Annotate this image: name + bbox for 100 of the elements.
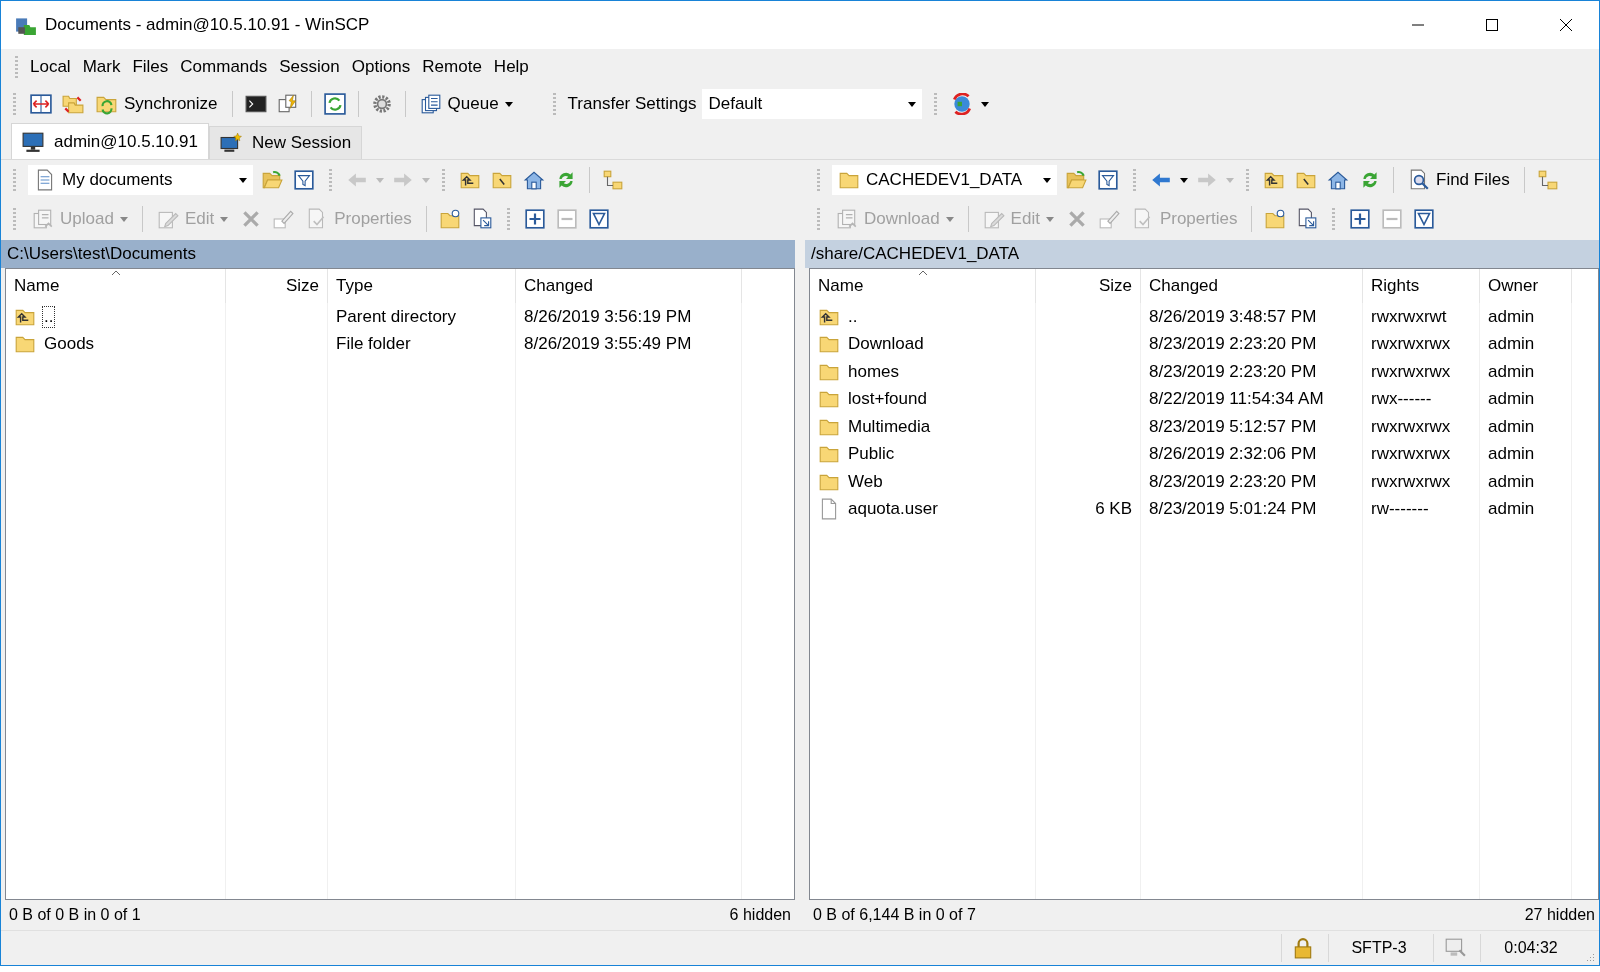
menu-item[interactable]: Options	[345, 55, 417, 79]
file-name[interactable]: Public	[846, 443, 897, 466]
sort-caret-icon	[110, 270, 121, 276]
table-cell: admin	[1488, 416, 1535, 437]
path-text: /share/CACHEDEV1_DATA	[811, 244, 1020, 264]
monitor-icon	[22, 130, 44, 153]
caret-icon	[1045, 216, 1054, 222]
caret-icon	[220, 216, 229, 222]
table-cell: Parent directory	[336, 306, 456, 327]
file-name[interactable]: Multimedia	[846, 415, 933, 438]
transfer-icon	[32, 208, 54, 230]
file-name[interactable]: ..	[846, 305, 860, 328]
table-cell: rw-------	[1371, 499, 1429, 520]
table-cell: 8/23/2019 2:23:20 PM	[1149, 334, 1317, 355]
table-cell: admin	[1488, 471, 1535, 492]
table-cell: admin	[1488, 444, 1535, 465]
queue-button[interactable]: Queue	[415, 90, 517, 118]
table-cell: 8/22/2019 11:54:34 AM	[1149, 389, 1324, 410]
menu-item[interactable]: Commands	[174, 55, 274, 79]
table-cell: 8/23/2019 5:01:24 PM	[1149, 499, 1317, 520]
refresh-icon[interactable]	[321, 91, 348, 117]
find-files-button[interactable]: Find Files	[1404, 166, 1514, 194]
table-cell: admin	[1488, 389, 1535, 410]
table-cell: admin	[1488, 334, 1535, 355]
menu-item[interactable]: Remote	[416, 55, 488, 79]
table-cell: 8/23/2019 5:12:57 PM	[1149, 416, 1317, 437]
caret-icon	[1043, 177, 1051, 183]
caret-icon	[239, 177, 247, 183]
file-name[interactable]: homes	[846, 360, 902, 383]
caret-icon	[119, 216, 128, 222]
table-cell: rwx------	[1371, 389, 1432, 410]
table-cell: 8/23/2019 2:23:20 PM	[1149, 471, 1317, 492]
file-name[interactable]: ..	[42, 305, 56, 328]
selection-status: 0 B of 0 B in 0 of 1	[9, 906, 141, 924]
menu-item[interactable]: Mark	[76, 55, 127, 79]
compare-icon[interactable]	[28, 91, 54, 117]
caret-icon	[504, 101, 513, 107]
hidden-count: 6 hidden	[729, 906, 791, 924]
tab-label: New Session	[251, 133, 352, 153]
filter-icon[interactable]	[1095, 167, 1121, 193]
hidden-count: 27 hidden	[1524, 906, 1595, 924]
session-tab[interactable]: admin@10.5.10.91	[11, 123, 209, 159]
column-header[interactable]: Size	[226, 269, 328, 303]
column-header[interactable]: Name	[810, 269, 1036, 303]
close-icon	[1559, 18, 1573, 32]
table-cell: 8/23/2019 2:23:20 PM	[1149, 361, 1317, 382]
caret-icon[interactable]	[1180, 177, 1188, 183]
protocol-status: SFTP-3	[1351, 939, 1407, 957]
location-dropdown[interactable]: My documents	[28, 165, 253, 195]
caret-icon	[945, 216, 954, 222]
tab-label: admin@10.5.10.91	[54, 131, 198, 152]
filter-icon[interactable]	[291, 167, 317, 193]
table-cell: 8/26/2019 3:55:49 PM	[524, 334, 692, 355]
menu-item[interactable]: Local	[24, 55, 77, 79]
file-name[interactable]: Web	[846, 470, 885, 493]
menu-item[interactable]: Session	[273, 55, 346, 79]
column-header[interactable]: Changed	[1141, 269, 1363, 303]
column-header[interactable]: Name	[6, 269, 226, 303]
table-cell: rwxrwxrwx	[1371, 444, 1451, 465]
caret-icon	[908, 101, 917, 107]
column-header[interactable]: Type	[328, 269, 516, 303]
new-session-icon	[219, 132, 242, 154]
file-name[interactable]: Download	[846, 333, 926, 356]
file-name[interactable]: lost+found	[846, 388, 929, 411]
path-text: C:\Users\test\Documents	[7, 244, 196, 264]
table-cell: admin	[1488, 306, 1535, 327]
column-header[interactable]: Changed	[516, 269, 742, 303]
caret-icon[interactable]	[981, 101, 990, 107]
transfer-icon	[836, 208, 858, 230]
table-cell: admin	[1488, 361, 1535, 382]
queue-icon	[419, 93, 442, 115]
sort-caret-icon	[917, 270, 928, 276]
lock-icon	[1292, 937, 1314, 959]
column-header[interactable]: Rights	[1363, 269, 1480, 303]
transfer-settings-dropdown[interactable]: Default	[702, 89, 923, 119]
location-dropdown[interactable]: CACHEDEV1_DATA	[832, 165, 1057, 195]
table-cell: rwxrwxrwt	[1371, 306, 1447, 327]
file-name[interactable]: Goods	[42, 333, 97, 356]
resize-grip-icon[interactable]	[1585, 952, 1595, 962]
window-title: Documents - admin@10.5.10.91 - WinSCP	[45, 15, 370, 35]
table-cell: rwxrwxrwx	[1371, 334, 1451, 355]
column-header[interactable]: Size	[1036, 269, 1141, 303]
table-cell: rwxrwxrwx	[1371, 416, 1451, 437]
column-header[interactable]: Owner	[1480, 269, 1572, 303]
table-cell: rwxrwxrwx	[1371, 471, 1451, 492]
file-name[interactable]: aquota.user	[846, 498, 940, 521]
table-cell: 6 KB	[1095, 499, 1132, 520]
menu-item[interactable]: Help	[487, 55, 535, 79]
table-cell: 8/26/2019 2:32:06 PM	[1149, 444, 1317, 465]
selection-status: 0 B of 6,144 B in 0 of 7	[813, 906, 976, 924]
session-tab[interactable]: New Session	[208, 126, 363, 159]
menu-item[interactable]: Files	[126, 55, 175, 79]
screen-icon	[1444, 937, 1466, 959]
synchronize-button[interactable]: Synchronize	[92, 90, 222, 118]
transfer-settings-label: Transfer Settings	[567, 94, 697, 114]
maximize-icon	[1485, 18, 1499, 32]
table-cell: rwxrwxrwx	[1371, 361, 1451, 382]
elapsed-time: 0:04:32	[1504, 939, 1558, 957]
table-cell: 8/26/2019 3:56:19 PM	[524, 306, 692, 327]
search-icon	[1408, 169, 1430, 191]
